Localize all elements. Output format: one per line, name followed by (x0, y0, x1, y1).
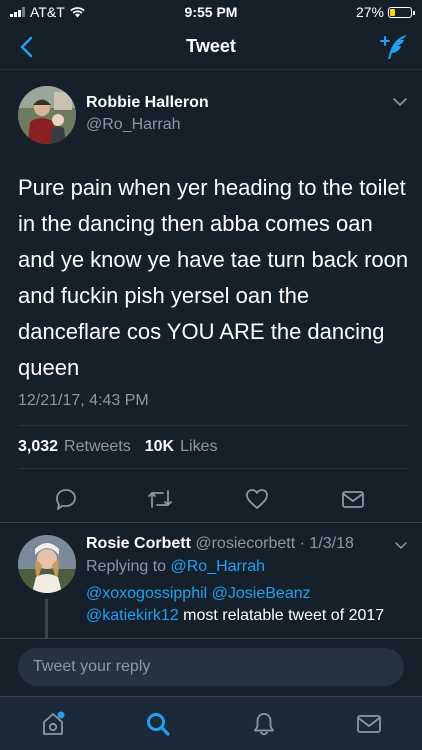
status-left: AT&T (10, 4, 85, 20)
replying-to-handle[interactable]: @Ro_Harrah (171, 558, 266, 575)
author-handle[interactable]: @Ro_Harrah (86, 116, 181, 134)
retweets-label[interactable]: Retweets (64, 438, 131, 456)
chevron-down-icon (395, 542, 407, 550)
home-icon (43, 711, 65, 735)
mention-link[interactable]: @JosieBeanz (212, 585, 311, 602)
wifi-icon (70, 6, 85, 17)
retweets-count[interactable]: 3,032 (18, 438, 58, 456)
compose-tweet-icon (380, 35, 407, 59)
likes-label[interactable]: Likes (180, 438, 217, 456)
envelope-icon (342, 491, 364, 508)
reply-options-button[interactable] (394, 537, 408, 555)
tweet-text: Pure pain when yer heading to the toilet… (18, 175, 409, 380)
reply-input[interactable]: Tweet your reply (18, 648, 404, 686)
like-button[interactable] (242, 484, 272, 514)
reply-author-handle[interactable]: @rosiecorbett (195, 535, 295, 552)
reply-composer: Tweet your reply (0, 638, 422, 696)
retweet-icon (148, 490, 172, 508)
mention-link[interactable]: @xoxogossipphil (86, 585, 207, 602)
reply-text: @xoxogossipphil @JosieBeanz @katiekirk12… (86, 583, 406, 627)
tweet-stats: 3,032 Retweets 10K Likes (18, 438, 225, 456)
author-avatar[interactable] (18, 86, 76, 144)
nav-bar: Tweet (0, 24, 422, 70)
tweet-options-button[interactable] (392, 94, 408, 112)
reply-input-placeholder: Tweet your reply (33, 658, 151, 675)
divider (18, 468, 408, 469)
avatar-photo (18, 86, 76, 144)
bell-icon (254, 713, 274, 736)
tweet-timestamp: 12/21/17, 4:43 PM (18, 392, 149, 409)
tab-search[interactable] (143, 709, 173, 739)
page-title: Tweet (186, 36, 236, 56)
reply-author-avatar[interactable] (18, 535, 76, 593)
reply-date: · 1/3/18 (299, 535, 354, 552)
tab-notifications[interactable] (249, 709, 279, 739)
author-name[interactable]: Robbie Halleron (86, 94, 209, 112)
reply-author-name[interactable]: Rosie Corbett (86, 535, 191, 552)
divider (18, 425, 408, 426)
back-button[interactable] (12, 33, 40, 61)
likes-count[interactable]: 10K (145, 438, 174, 456)
tab-bar (0, 696, 422, 750)
retweet-button[interactable] (145, 484, 175, 514)
replying-label: Replying to (86, 558, 167, 575)
heart-icon (246, 489, 268, 509)
tab-home[interactable] (38, 709, 68, 739)
envelope-icon (357, 715, 381, 733)
signal-strength-icon (10, 7, 25, 17)
compose-tweet-button[interactable] (378, 32, 410, 62)
tab-messages[interactable] (354, 709, 384, 739)
tweet-actions (0, 484, 422, 514)
status-right: 27% (355, 4, 415, 20)
replying-to: Replying to @Ro_Harrah (86, 558, 265, 576)
battery-percent: 27% (355, 4, 384, 20)
thread-line (45, 599, 48, 638)
chevron-down-icon (393, 98, 407, 107)
carrier-label: AT&T (30, 4, 65, 20)
chevron-left-icon (20, 36, 33, 58)
battery-fill (390, 8, 396, 16)
tweet-author-row: Robbie Halleron @Ro_Harrah (18, 86, 408, 146)
status-bar: AT&T 9:55 PM 27% (0, 0, 422, 24)
reply-icon (56, 489, 76, 510)
reply-tweet[interactable]: Rosie Corbett @rosiecorbett · 1/3/18 Rep… (0, 523, 422, 638)
search-icon (147, 713, 170, 736)
reply-body: most relatable tweet of 2017 (183, 607, 385, 624)
avatar-photo (18, 535, 76, 593)
battery-icon (388, 6, 415, 18)
share-button[interactable] (338, 484, 368, 514)
reply-header: Rosie Corbett @rosiecorbett · 1/3/18 (86, 535, 354, 553)
reply-button[interactable] (51, 484, 81, 514)
mention-link[interactable]: @katiekirk12 (86, 607, 179, 624)
